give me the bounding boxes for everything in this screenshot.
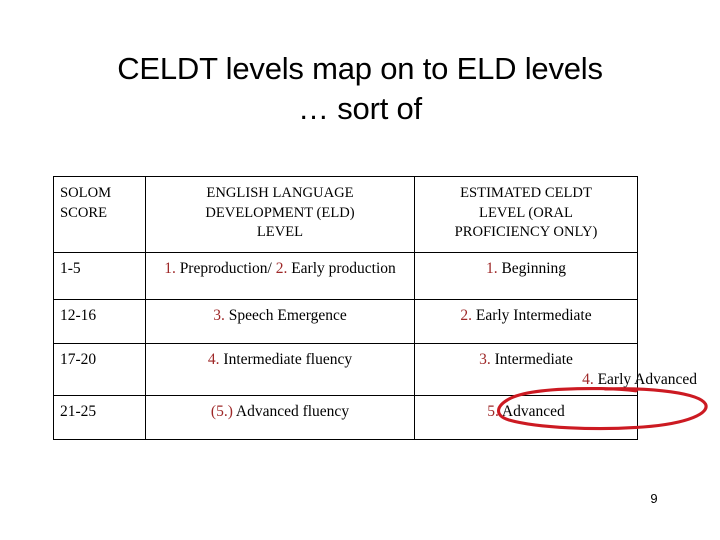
cell-solom-score: 1-5	[53, 252, 146, 300]
cell-celdt-level: 1. Beginning	[414, 252, 638, 300]
cell-eld-level: 1. Preproduction/ 2. Early production	[145, 252, 415, 300]
celdt-eld-table-container: SOLOM SCORE ENGLISH LANGUAGE DEVELOPMENT…	[53, 176, 697, 440]
celdt-level-number: 5.	[487, 403, 499, 420]
table-row: 1-5 1. Preproduction/ 2. Early productio…	[53, 252, 638, 300]
header-celdt-line3: PROFICIENCY ONLY)	[454, 224, 598, 240]
eld-level-label: Preproduction/	[175, 260, 276, 277]
celdt-level-number: 1.	[485, 260, 498, 277]
header-cell-solom-score: SOLOM SCORE	[53, 176, 146, 253]
table-header-row: SOLOM SCORE ENGLISH LANGUAGE DEVELOPMENT…	[53, 176, 638, 253]
cell-eld-level: 4. Intermediate fluency	[145, 343, 415, 396]
cell-celdt-level: 2. Early Intermediate	[414, 299, 638, 344]
eld-level-label: Advanced fluency	[232, 403, 350, 420]
cell-eld-level: (5.) Advanced fluency	[145, 395, 415, 440]
eld-level-label-secondary: Early production	[287, 260, 396, 277]
header-cell-eld-level: ENGLISH LANGUAGE DEVELOPMENT (ELD) LEVEL	[145, 176, 415, 253]
eld-level-label: Intermediate fluency	[219, 351, 353, 368]
table-row: 12-16 3. Speech Emergence 2. Early Inter…	[53, 299, 638, 344]
table-row: 17-20 4. Intermediate fluency 3. Interme…	[53, 343, 697, 396]
title-line-1: CELDT levels map on to ELD levels	[117, 51, 603, 86]
eld-level-number: 4.	[207, 351, 220, 368]
header-eld-line2: DEVELOPMENT (ELD)	[205, 204, 355, 221]
celdt-level-secondary: 4. Early Advanced	[482, 370, 697, 389]
header-eld-line1: ENGLISH LANGUAGE	[206, 185, 354, 201]
header-celdt-line1: ESTIMATED CELDT	[460, 185, 592, 201]
page-title: CELDT levels map on to ELD levels … sort…	[32, 49, 688, 129]
celdt-level-label: Beginning	[497, 260, 567, 277]
cell-solom-score: 21-25	[53, 395, 146, 440]
eld-level-number-secondary: 2.	[275, 260, 288, 277]
celdt-level-number: 3.	[479, 351, 491, 368]
score-value: 1-5	[60, 260, 81, 277]
cell-solom-score: 12-16	[53, 299, 146, 344]
cell-celdt-level: 3. Intermediate 4. Early Advanced	[414, 343, 697, 396]
cell-solom-score: 17-20	[53, 343, 146, 396]
celdt-level-number: 2.	[460, 307, 472, 324]
cell-eld-level: 3. Speech Emergence	[145, 299, 415, 344]
celdt-level-label-secondary: Early Advanced	[593, 371, 697, 388]
header-solom-line1: SOLOM	[60, 185, 112, 201]
score-value: 21-25	[60, 403, 97, 420]
eld-level-number: (5.)	[210, 403, 233, 420]
celdt-level-label: Advanced	[498, 403, 565, 420]
score-value: 17-20	[60, 351, 97, 368]
eld-level-label: Speech Emergence	[224, 307, 347, 324]
eld-level-number: 1.	[164, 260, 176, 277]
cell-celdt-level: 5. Advanced	[414, 395, 638, 440]
slide: CELDT levels map on to ELD levels … sort…	[0, 0, 720, 540]
page-number: 9	[650, 491, 658, 506]
celdt-eld-table: SOLOM SCORE ENGLISH LANGUAGE DEVELOPMENT…	[53, 176, 697, 440]
header-cell-celdt-level: ESTIMATED CELDT LEVEL (ORAL PROFICIENCY …	[414, 176, 638, 253]
table-row: 21-25 (5.) Advanced fluency 5. Advanced	[53, 395, 638, 440]
celdt-level-number-secondary: 4.	[582, 371, 594, 388]
score-value: 12-16	[60, 307, 97, 324]
title-line-2: … sort of	[298, 91, 422, 126]
celdt-level-primary: 3. Intermediate	[420, 350, 632, 369]
eld-level-number: 3.	[213, 307, 225, 324]
header-solom-line2: SCORE	[60, 204, 108, 221]
header-celdt-line2: LEVEL (ORAL	[479, 204, 573, 221]
celdt-level-label: Early Intermediate	[471, 307, 592, 324]
header-eld-line3: LEVEL	[256, 224, 304, 240]
celdt-level-label: Intermediate	[490, 351, 573, 368]
